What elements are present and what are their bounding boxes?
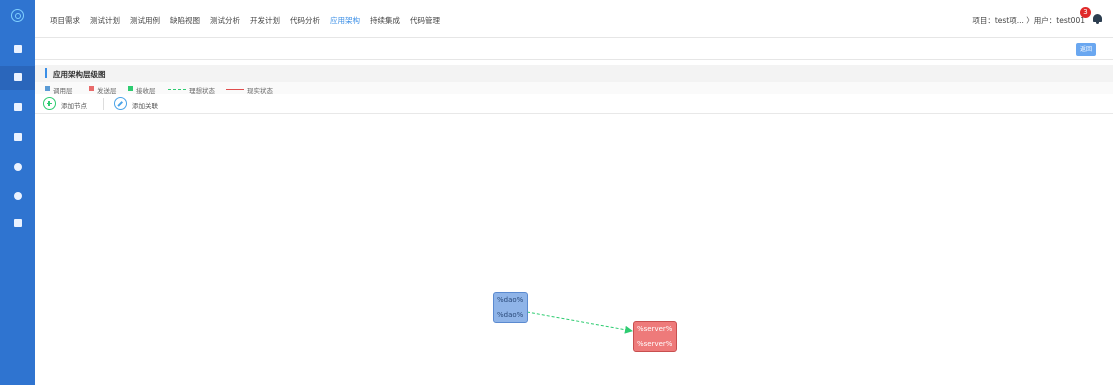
edge-dao-to-server[interactable] — [526, 311, 633, 334]
legend-line-ideal — [168, 89, 186, 90]
legend-swatch-receive-layer — [128, 86, 133, 91]
page-title: 应用架构层级图 — [53, 70, 106, 79]
nav-item-app-architecture[interactable]: 应用架构 — [330, 15, 360, 26]
layers-icon[interactable] — [12, 101, 23, 112]
add-link-label: 添加关联 — [132, 102, 158, 110]
server-icon[interactable] — [12, 131, 23, 142]
notification-badge: 3 — [1080, 7, 1091, 18]
clock-icon[interactable] — [12, 161, 23, 172]
database-icon[interactable] — [12, 190, 23, 201]
list-icon[interactable] — [12, 217, 23, 228]
edges-layer — [526, 311, 633, 334]
legend: 调用层 发送层 接收层 理想状态 现实状态 — [35, 82, 1113, 95]
back-button[interactable]: 返回 — [1076, 43, 1096, 56]
document-icon[interactable] — [0, 66, 35, 90]
title-accent-bar — [45, 68, 47, 78]
nav-item-test-cases[interactable]: 测试用例 — [130, 15, 160, 26]
node-server[interactable]: %server% %server% — [633, 321, 677, 352]
node-server-line-1: %server% — [637, 325, 673, 333]
nav-item-code-management[interactable]: 代码管理 — [410, 15, 440, 26]
architecture-canvas[interactable]: %dao% %dao% %server% %server% — [35, 114, 1113, 385]
secondary-toolbar: 返回 — [35, 38, 1113, 60]
legend-line-actual — [226, 89, 244, 90]
node-dao-line-2: %dao% — [497, 311, 524, 319]
project-user-info[interactable]: 项目：test项... 〉用户：test001 — [972, 15, 1085, 26]
main-nav: 项目需求 测试计划 测试用例 缺陷视图 测试分析 开发计划 代码分析 应用架构 … — [50, 15, 450, 26]
node-dao[interactable]: %dao% %dao% — [493, 292, 528, 323]
nav-item-test-analysis[interactable]: 测试分析 — [210, 15, 240, 26]
nav-item-dev-plan[interactable]: 开发计划 — [250, 15, 280, 26]
nav-item-requirements[interactable]: 项目需求 — [50, 15, 80, 26]
sidebar — [0, 0, 35, 385]
monitor-icon[interactable] — [12, 43, 23, 54]
nav-item-defects[interactable]: 缺陷视图 — [170, 15, 200, 26]
nav-item-code-analysis[interactable]: 代码分析 — [290, 15, 320, 26]
bell-icon[interactable] — [1092, 13, 1103, 25]
plus-circle-icon — [43, 97, 56, 110]
node-dao-line-1: %dao% — [497, 296, 524, 304]
divider — [103, 98, 104, 110]
nav-item-ci[interactable]: 持续集成 — [370, 15, 400, 26]
graph-actions: 添加节点 添加关联 — [35, 94, 1113, 114]
nav-item-test-plan[interactable]: 测试计划 — [90, 15, 120, 26]
top-navigation-bar: 项目需求 测试计划 测试用例 缺陷视图 测试分析 开发计划 代码分析 应用架构 … — [35, 0, 1113, 38]
panel-header: 应用架构层级图 — [35, 65, 1113, 82]
add-node-label: 添加节点 — [61, 102, 87, 110]
legend-swatch-call-layer — [45, 86, 50, 91]
node-server-line-2: %server% — [637, 340, 673, 348]
app-logo-icon[interactable] — [11, 9, 24, 22]
link-icon — [114, 97, 127, 110]
legend-swatch-send-layer — [89, 86, 94, 91]
